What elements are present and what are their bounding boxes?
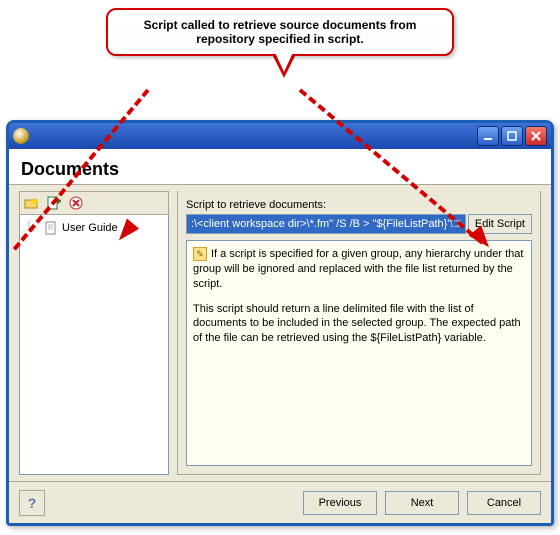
page-title: Documents (21, 159, 539, 180)
help-button[interactable]: ? (19, 490, 45, 516)
tree-item-user-guide[interactable]: User Guide (24, 219, 164, 237)
document-tree[interactable]: User Guide (19, 215, 169, 475)
delete-button[interactable] (68, 195, 84, 211)
info-paragraph-2: This script should return a line delimit… (193, 302, 525, 347)
previous-button[interactable]: Previous (303, 491, 377, 515)
next-button[interactable]: Next (385, 491, 459, 515)
tree-item-label: User Guide (62, 222, 118, 234)
maximize-button[interactable] (501, 126, 523, 146)
add-folder-button[interactable] (24, 195, 40, 211)
callout-tail-inner (273, 48, 295, 72)
script-input[interactable] (186, 214, 466, 234)
document-icon (44, 221, 58, 235)
callout-text: Script called to retrieve source documen… (144, 18, 417, 46)
cancel-button[interactable]: Cancel (467, 491, 541, 515)
delete-x-icon (69, 196, 83, 210)
titlebar[interactable] (9, 123, 551, 149)
info-paragraph-1: If a script is specified for a given gro… (193, 247, 525, 292)
left-panel: User Guide (19, 191, 169, 475)
dialog-footer: ? Previous Next Cancel (9, 481, 551, 523)
app-icon (13, 128, 29, 144)
maximize-icon (507, 131, 517, 141)
folder-star-icon (24, 195, 40, 211)
close-icon (531, 131, 541, 141)
minimize-button[interactable] (477, 126, 499, 146)
dialog-window: Documents (6, 120, 554, 526)
script-field-label: Script to retrieve documents: (186, 199, 532, 211)
info-box: ✎ If a script is specified for a given g… (186, 240, 532, 466)
minimize-icon (483, 131, 493, 141)
close-button[interactable] (525, 126, 547, 146)
note-icon: ✎ (193, 247, 207, 261)
tree-toolbar (19, 191, 169, 215)
